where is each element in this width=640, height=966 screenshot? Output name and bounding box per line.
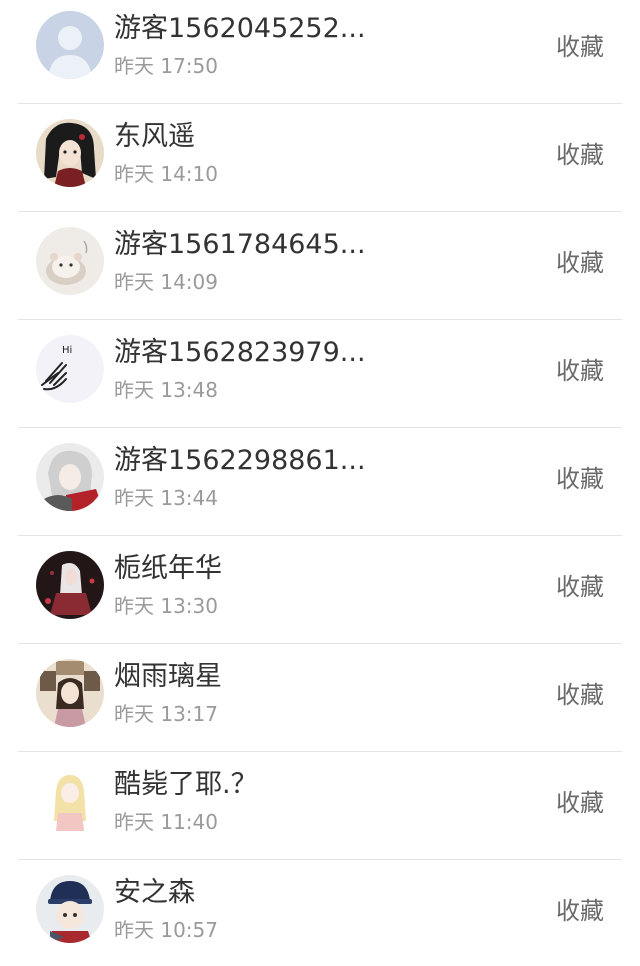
list-item[interactable]: 游客1561784645... 昨天 14:09 收藏 (0, 212, 640, 320)
user-name: 东风遥 (114, 121, 195, 152)
boy-cap-avatar (36, 875, 104, 943)
favorite-button[interactable]: 收藏 (556, 354, 604, 388)
list-item[interactable]: 游客1562045252... 昨天 17:50 收藏 (0, 0, 640, 104)
favorite-button[interactable]: 收藏 (556, 678, 604, 712)
visit-time: 昨天 14:10 (114, 162, 218, 186)
visit-time: 昨天 17:50 (114, 54, 218, 78)
visit-time: 昨天 13:30 (114, 594, 218, 618)
visit-time: 昨天 13:44 (114, 486, 218, 510)
user-name: 安之森 (114, 877, 195, 908)
list-item[interactable]: 游客1562298861... 昨天 13:44 收藏 (0, 428, 640, 536)
favorite-button[interactable]: 收藏 (556, 570, 604, 604)
svg-text:Hi: Hi (62, 345, 72, 356)
user-name: 游客1562045252... (114, 13, 366, 44)
anime-portrait-avatar (36, 119, 104, 187)
user-name: 游客1562298861... (114, 445, 366, 476)
favorite-button[interactable]: 收藏 (556, 894, 604, 928)
default-user-avatar (36, 11, 104, 79)
visit-time: 昨天 13:48 (114, 378, 218, 402)
hand-hi-avatar: Hi (36, 335, 104, 403)
list-item[interactable]: Hi 游客1562823979... 昨天 13:48 收藏 (0, 320, 640, 428)
blonde-girl-avatar (36, 767, 104, 835)
user-name: 酷毙了耶.？ (114, 769, 258, 800)
visit-time: 昨天 10:57 (114, 918, 218, 942)
favorite-button[interactable]: 收藏 (556, 246, 604, 280)
visit-time: 昨天 14:09 (114, 270, 218, 294)
list-item[interactable]: 安之森 昨天 10:57 收藏 (0, 860, 640, 966)
list-item[interactable]: 酷毙了耶.？ 昨天 11:40 收藏 (0, 752, 640, 860)
favorite-button[interactable]: 收藏 (556, 138, 604, 172)
favorite-button[interactable]: 收藏 (556, 30, 604, 64)
list-item[interactable]: 东风遥 昨天 14:10 收藏 (0, 104, 640, 212)
list-item[interactable]: 烟雨璃星 昨天 13:17 收藏 (0, 644, 640, 752)
user-name: 栀纸年华 (114, 553, 222, 584)
list-item[interactable]: 栀纸年华 昨天 13:30 收藏 (0, 536, 640, 644)
favorite-button[interactable]: 收藏 (556, 786, 604, 820)
visit-time: 昨天 13:17 (114, 702, 218, 726)
user-name: 游客1562823979... (114, 337, 366, 368)
favorite-button[interactable]: 收藏 (556, 462, 604, 496)
visit-time: 昨天 11:40 (114, 810, 218, 834)
contact-list: 游客1562045252... 昨天 17:50 收藏 东风遥 昨天 14:10… (0, 0, 640, 966)
hamster-avatar (36, 227, 104, 295)
user-name: 烟雨璃星 (114, 661, 222, 692)
anime-girl-frames-avatar (36, 659, 104, 727)
anime-white-hair-avatar (36, 443, 104, 511)
anime-dark-avatar (36, 551, 104, 619)
user-name: 游客1561784645... (114, 229, 366, 260)
